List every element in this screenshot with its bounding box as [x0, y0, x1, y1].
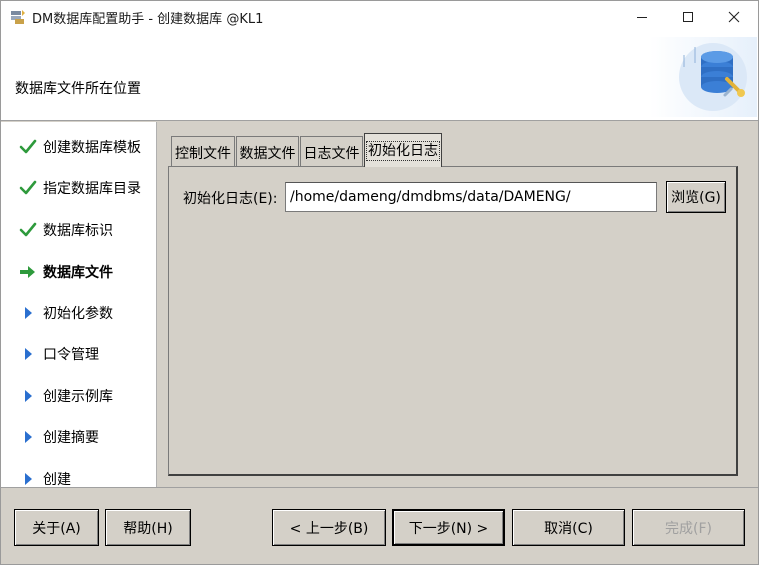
close-button[interactable]	[711, 1, 757, 33]
triangle-right-icon	[25, 390, 32, 402]
tab-label: 控制文件	[175, 146, 231, 162]
step-label: 创建数据库模板	[43, 140, 141, 156]
triangle-right-icon	[25, 431, 32, 443]
database-illustration-icon	[649, 37, 757, 117]
step-db-identity: 数据库标识	[1, 217, 156, 243]
step-label: 初始化参数	[43, 306, 113, 322]
title-bar: DM数据库配置助手 - 创建数据库 @KL1	[1, 1, 758, 33]
maximize-button[interactable]	[665, 1, 711, 33]
step-db-files: 数据库文件	[1, 259, 156, 285]
app-icon	[11, 10, 25, 24]
tab-label: 日志文件	[303, 146, 360, 162]
check-icon	[19, 139, 37, 154]
tab-init-log[interactable]: 初始化日志	[364, 133, 442, 167]
next-button[interactable]: 下一步(N) >	[392, 509, 505, 546]
step-sample-db: 创建示例库	[1, 383, 156, 409]
footer-bar: 关于(A) 帮助(H) < 上一步(B) 下一步(N) > 取消(C) 完成(F…	[1, 487, 758, 564]
init-log-path-input[interactable]	[285, 182, 657, 212]
step-create-template: 创建数据库模板	[1, 134, 156, 160]
tab-control-file[interactable]: 控制文件	[171, 136, 235, 167]
triangle-right-icon	[25, 473, 32, 485]
tab-data-file[interactable]: 数据文件	[236, 136, 299, 167]
step-db-directory: 指定数据库目录	[1, 175, 156, 201]
header-banner: 数据库文件所在位置	[1, 33, 758, 121]
check-icon	[19, 222, 37, 237]
maximize-icon	[683, 12, 693, 22]
step-label: 创建示例库	[43, 389, 113, 405]
check-icon	[19, 180, 37, 195]
step-label: 创建摘要	[43, 430, 99, 446]
page-title: 数据库文件所在位置	[15, 81, 141, 97]
browse-button[interactable]: 浏览(G)	[666, 181, 726, 213]
step-label: 口令管理	[43, 347, 99, 363]
step-password: 口令管理	[1, 341, 156, 367]
step-label: 指定数据库目录	[43, 181, 141, 197]
window-title: DM数据库配置助手 - 创建数据库 @KL1	[32, 12, 264, 27]
step-label: 数据库文件	[43, 265, 113, 281]
tab-log-file[interactable]: 日志文件	[300, 136, 363, 167]
init-log-panel: 初始化日志(E): 浏览(G)	[168, 166, 738, 476]
close-icon	[728, 11, 740, 23]
step-summary: 创建摘要	[1, 424, 156, 450]
minimize-button[interactable]	[619, 1, 665, 33]
tab-label: 数据文件	[239, 146, 296, 162]
tab-label: 初始化日志	[366, 141, 440, 161]
finish-button[interactable]: 完成(F)	[632, 509, 745, 546]
triangle-right-icon	[25, 307, 32, 319]
arrow-right-icon	[20, 266, 35, 278]
dm-config-window: DM数据库配置助手 - 创建数据库 @KL1 数据库文件所在位置 创建数据库模板…	[0, 0, 759, 565]
help-button[interactable]: 帮助(H)	[105, 509, 191, 546]
minimize-icon	[637, 17, 647, 18]
triangle-right-icon	[25, 348, 32, 360]
about-button[interactable]: 关于(A)	[14, 509, 99, 546]
init-log-label: 初始化日志(E):	[183, 191, 278, 207]
step-label: 数据库标识	[43, 223, 113, 239]
wizard-steps: 创建数据库模板 指定数据库目录 数据库标识 数据库文件 初始化参数 口令管理 创…	[1, 122, 157, 487]
step-label: 创建	[43, 472, 71, 487]
main-content: 控制文件 数据文件 日志文件 初始化日志 初始化日志(E): 浏览(G)	[158, 122, 758, 487]
step-create: 创建	[1, 466, 156, 487]
cancel-button[interactable]: 取消(C)	[512, 509, 625, 546]
previous-button[interactable]: < 上一步(B)	[272, 509, 386, 546]
step-init-params: 初始化参数	[1, 300, 156, 326]
